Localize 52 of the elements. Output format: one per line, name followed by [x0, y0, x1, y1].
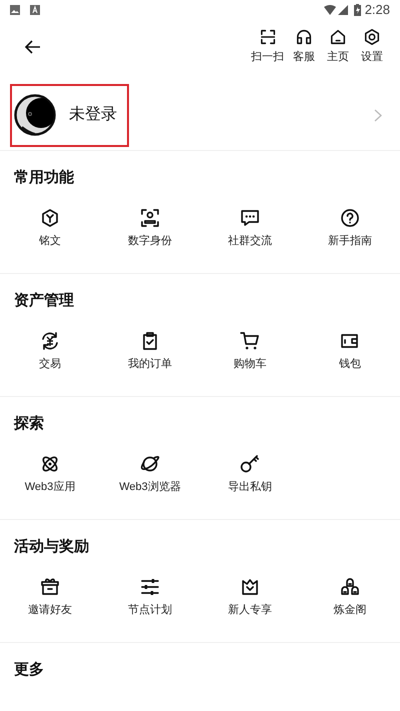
feature-shortcut[interactable]: 购物车 [232, 331, 268, 371]
signal-icon [338, 5, 348, 15]
scan-icon [258, 28, 276, 46]
clipboard-check-icon [140, 331, 160, 351]
image-icon [10, 5, 20, 15]
section-heading: 资产管理 [13, 291, 75, 311]
wifi-icon [324, 5, 336, 15]
feature-shortcut[interactable]: 导出私钥 [226, 454, 274, 494]
feature-shortcut[interactable]: 我的订单 [126, 331, 174, 371]
profile-login-entry[interactable]: 未登录 [10, 84, 129, 146]
ingot-stack-icon [340, 577, 360, 597]
header-action-button[interactable]: 客服 [290, 28, 318, 66]
settings-icon [363, 28, 381, 46]
avatar-icon [14, 94, 56, 136]
feature-shortcut[interactable]: Web3应用 [22, 454, 78, 494]
home-icon [329, 28, 347, 46]
planet-icon [140, 454, 160, 474]
header-action-button[interactable]: 主页 [324, 28, 352, 66]
feature-shortcut[interactable]: 邀请好友 [26, 577, 74, 617]
feature-shortcut[interactable]: 新手指南 [326, 208, 374, 248]
yuan-exchange-icon [40, 331, 60, 351]
feature-shortcut[interactable]: 节点计划 [126, 577, 174, 617]
cart-icon [240, 331, 260, 351]
feature-shortcut[interactable]: 炼金阁 [332, 577, 368, 617]
feature-shortcut[interactable]: 新人专享 [226, 577, 274, 617]
feature-shortcut[interactable]: Web3浏览器 [117, 454, 183, 494]
feature-shortcut[interactable]: 钱包 [337, 331, 363, 371]
help-icon [340, 208, 360, 228]
headset-icon [295, 28, 313, 46]
feature-shortcut[interactable]: 数字身份 [126, 208, 174, 248]
feature-shortcut[interactable]: 铭文 [37, 208, 63, 248]
key-icon [240, 454, 260, 474]
gift-icon [40, 577, 60, 597]
crown-icon [240, 577, 260, 597]
sliders-icon [140, 577, 160, 597]
app-icon [30, 5, 40, 15]
section-heading: 探索 [12, 414, 45, 434]
feature-shortcut[interactable]: 社群交流 [226, 208, 274, 248]
feature-shortcut[interactable]: 交易 [37, 331, 63, 371]
clock-time: 2:28 [364, 1, 390, 20]
atom-icon [40, 454, 60, 474]
chat-icon [240, 208, 260, 228]
section-heading: 活动与奖励 [13, 537, 90, 557]
hexagon-icon [40, 208, 60, 228]
login-status: 未登录 [69, 104, 117, 125]
section-heading: 更多 [13, 660, 45, 680]
battery-icon [354, 4, 361, 16]
header-action-button[interactable]: 设置 [358, 28, 386, 66]
section-heading: 常用功能 [13, 168, 75, 188]
header-action-button[interactable]: 扫一扫 [251, 28, 284, 66]
id-scan-icon [140, 208, 160, 228]
wallet-icon [340, 331, 360, 351]
